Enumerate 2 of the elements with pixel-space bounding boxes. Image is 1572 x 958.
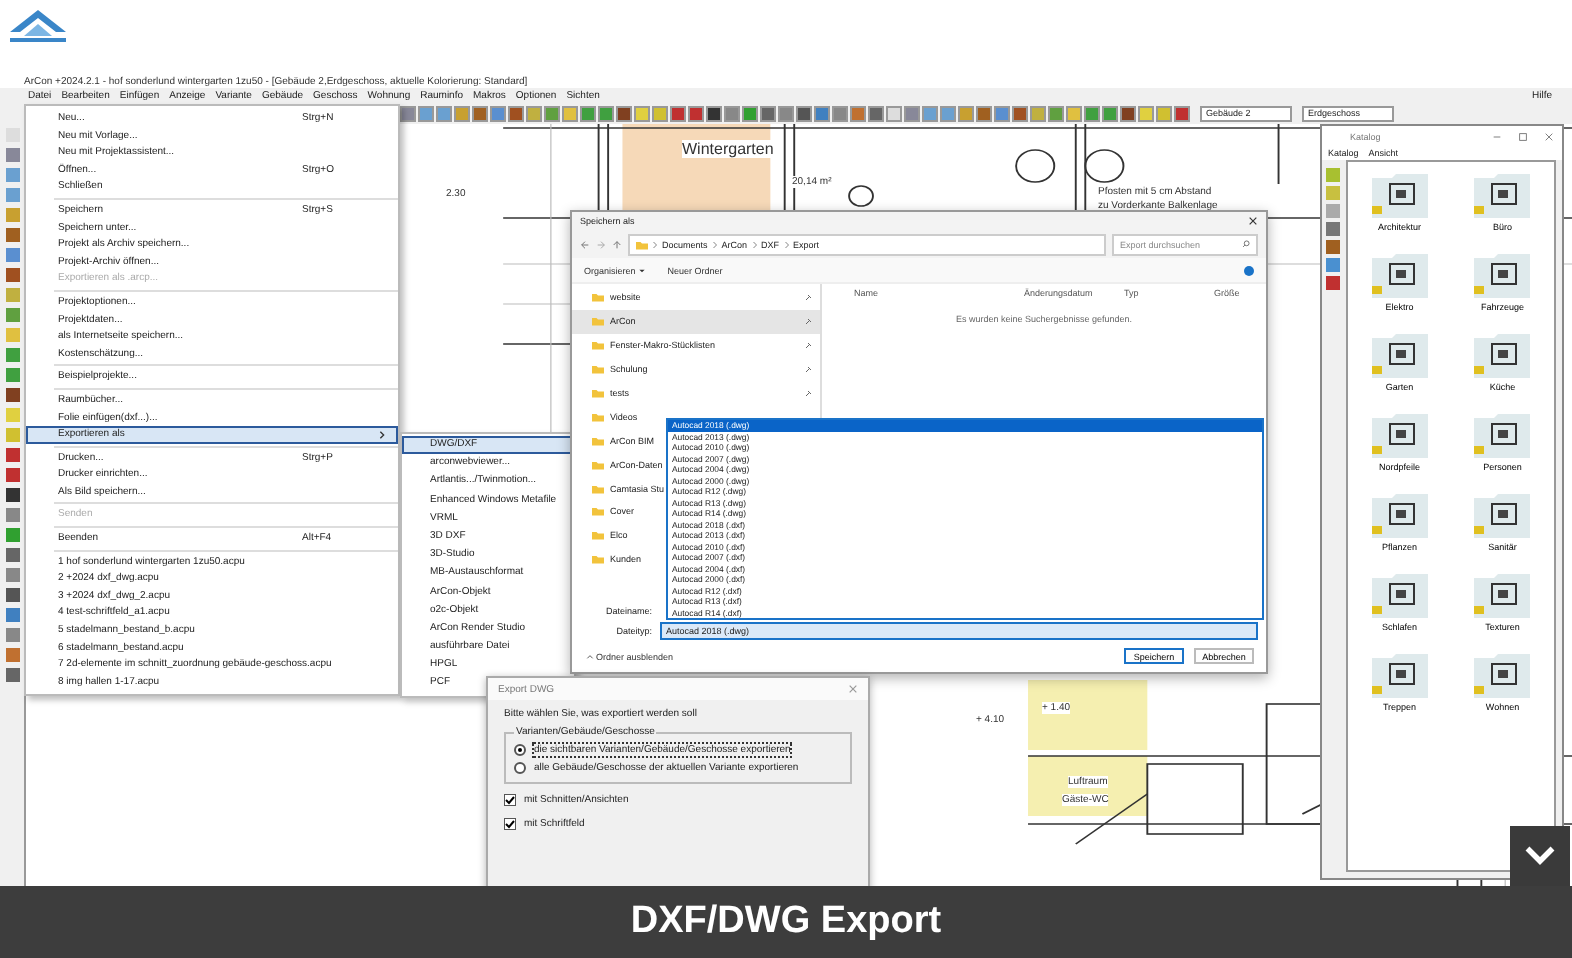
- plan-label: Wintergarten: [682, 140, 774, 158]
- caption-title: DXF/DWG Export: [630, 900, 942, 944]
